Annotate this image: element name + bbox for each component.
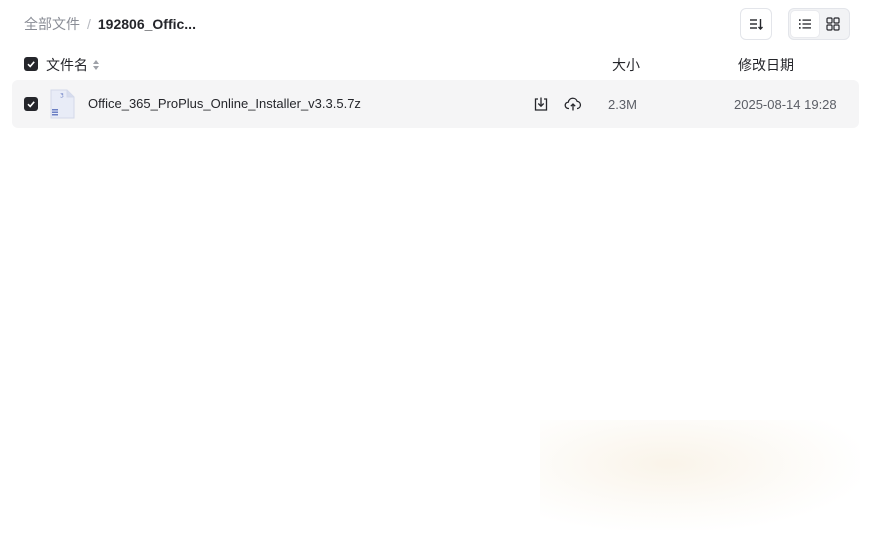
column-header-name[interactable]: 文件名 <box>46 55 100 75</box>
table-header: 文件名 大小 修改日期 <box>0 52 874 76</box>
checkmark-icon <box>27 101 35 108</box>
column-header-date: 修改日期 <box>738 57 794 73</box>
top-bar: 全部文件 / 192806_Offic... <box>0 0 874 48</box>
breadcrumb-current: 192806_Offic... <box>97 16 196 32</box>
view-toggle <box>788 8 850 40</box>
row-checkbox[interactable] <box>24 97 38 111</box>
archive-file-icon: 3 <box>47 89 77 119</box>
download-icon <box>534 97 548 111</box>
file-modified-date: 2025-08-14 19:28 <box>734 97 837 112</box>
file-name[interactable]: Office_365_ProPlus_Online_Installer_v3.3… <box>88 96 361 111</box>
download-button[interactable] <box>531 94 551 114</box>
select-all-checkbox[interactable] <box>24 57 38 71</box>
list-view-icon <box>799 19 811 29</box>
file-browser: 全部文件 / 192806_Offic... 文件名 大小 修改日期 3 Off… <box>0 0 874 538</box>
sort-toggle-icon <box>92 59 100 71</box>
breadcrumb: 全部文件 / 192806_Offic... <box>24 15 196 33</box>
list-view-button[interactable] <box>791 11 819 37</box>
save-to-cloud-button[interactable] <box>563 94 583 114</box>
breadcrumb-root-link[interactable]: 全部文件 <box>24 15 80 33</box>
sort-lines-icon <box>750 19 763 30</box>
grid-view-icon <box>826 17 840 31</box>
checkmark-icon <box>27 61 35 68</box>
background-glow <box>540 420 860 530</box>
table-row[interactable]: 3 Office_365_ProPlus_Online_Installer_v3… <box>12 80 859 128</box>
file-size: 2.3M <box>608 97 637 112</box>
svg-text:3: 3 <box>60 93 64 100</box>
column-header-size: 大小 <box>612 57 640 73</box>
breadcrumb-separator: / <box>87 16 91 32</box>
cloud-upload-icon <box>564 97 582 111</box>
sort-button[interactable] <box>740 8 772 40</box>
column-header-name-label: 文件名 <box>46 57 88 73</box>
grid-view-button[interactable] <box>819 11 847 37</box>
